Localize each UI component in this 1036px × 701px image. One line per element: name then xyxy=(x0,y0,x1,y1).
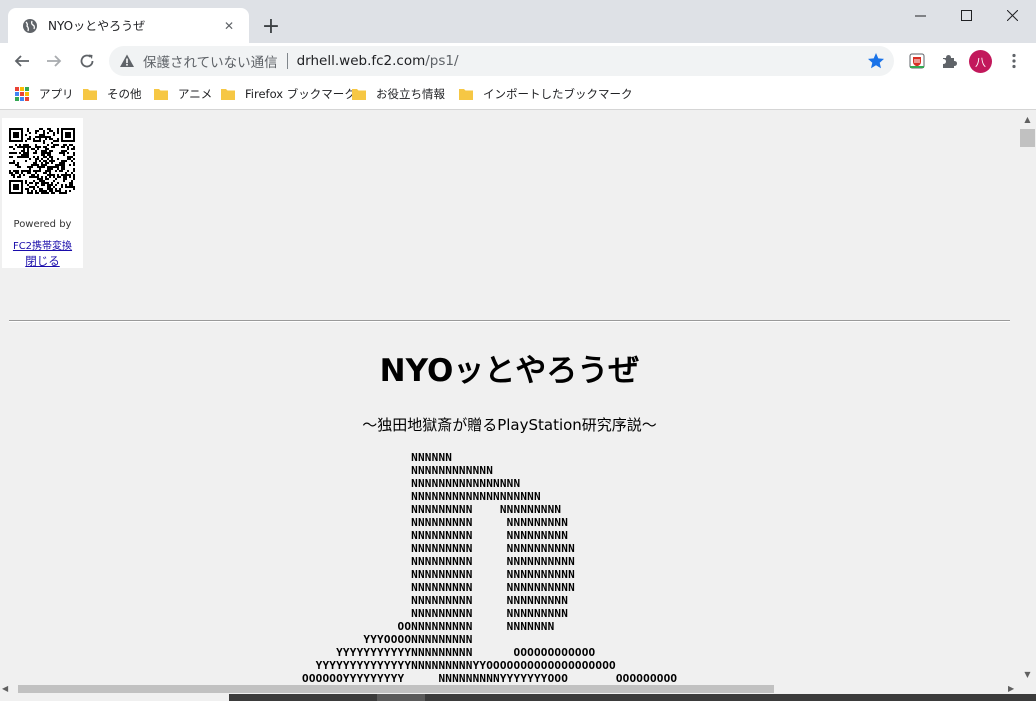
taskbar-edge xyxy=(229,694,1036,701)
reload-button[interactable] xyxy=(73,47,101,75)
tab-close-icon[interactable]: ✕ xyxy=(219,16,239,36)
bookmark-folder-other[interactable]: その他 xyxy=(83,85,142,103)
fc2-convert-link[interactable]: FC2携帯変換 xyxy=(2,237,83,252)
profile-avatar[interactable]: 八 xyxy=(969,50,992,73)
extension-shield-icon xyxy=(909,53,925,69)
page-viewport: Powered by FC2携帯変換 閉じる NYOッとやろうぜ ～独田地獄斎が… xyxy=(0,111,1019,686)
url-host[interactable]: drhell.web.fc2.com xyxy=(297,53,426,69)
forward-button[interactable] xyxy=(40,47,68,75)
kebab-menu-icon xyxy=(1012,53,1016,69)
bookmark-label: その他 xyxy=(107,87,142,101)
bookmark-label: アプリ xyxy=(39,87,74,101)
browser-menu-button[interactable] xyxy=(1002,49,1026,73)
maximize-icon xyxy=(960,9,972,21)
qr-powered-by: Powered by xyxy=(13,219,72,230)
bookmark-label: Firefox ブックマーク xyxy=(245,87,356,101)
horizontal-scroll-thumb[interactable] xyxy=(18,685,774,693)
scroll-down-icon[interactable]: ▼ xyxy=(1019,666,1036,683)
playstation-ascii-art: NNNNNN NNNNNNNNNNNN NNNNNNNNNNNNNNNN NNN… xyxy=(302,451,678,685)
minimize-button[interactable] xyxy=(897,0,943,30)
vertical-scroll-thumb[interactable] xyxy=(1020,129,1035,147)
scroll-right-icon[interactable]: ▶ xyxy=(1008,684,1014,693)
folder-icon xyxy=(221,89,235,100)
security-label[interactable]: 保護されていない通信 xyxy=(143,51,278,71)
bookmark-label: アニメ xyxy=(178,87,213,101)
address-bar[interactable]: 保護されていない通信 drhell.web.fc2.com /ps1/ xyxy=(109,46,894,76)
omnibox-separator xyxy=(286,53,288,69)
arrow-right-icon xyxy=(47,55,62,67)
horizontal-rule xyxy=(9,320,1010,322)
tab-strip: NYOッとやろうぜ ✕ + xyxy=(0,0,1036,43)
vertical-scrollbar[interactable]: ▲ ▼ xyxy=(1019,111,1036,686)
minimize-icon xyxy=(914,15,926,16)
bookmark-folder-firefox[interactable]: Firefox ブックマーク xyxy=(221,85,356,103)
folder-icon xyxy=(83,89,97,100)
taskbar-segment xyxy=(377,694,425,701)
folder-icon xyxy=(459,89,473,100)
bookmark-folder-useful[interactable]: お役立ち情報 xyxy=(352,85,445,103)
extensions-menu-button[interactable] xyxy=(937,49,961,73)
globe-icon xyxy=(23,18,37,33)
bookmark-label: インポートしたブックマーク xyxy=(483,87,633,101)
warning-icon[interactable] xyxy=(119,53,135,69)
bookmarks-bar: アプリ その他 アニメ Firefox ブックマーク お役立ち情報 インポートし… xyxy=(0,78,1036,110)
qr-close-link[interactable]: 閉じる xyxy=(2,253,83,269)
reload-icon xyxy=(80,54,94,68)
tab-title: NYOッとやろうぜ xyxy=(48,19,146,33)
page-title: NYOッとやろうぜ xyxy=(379,353,640,389)
bookmark-folder-anime[interactable]: アニメ xyxy=(154,85,212,103)
arrow-left-icon xyxy=(14,55,29,67)
extension-button[interactable] xyxy=(905,49,929,73)
bookmark-folder-imported[interactable]: インポートしたブックマーク xyxy=(459,85,633,103)
qr-panel: Powered by FC2携帯変換 閉じる xyxy=(2,118,83,268)
folder-icon xyxy=(154,89,168,100)
scroll-up-icon[interactable]: ▲ xyxy=(1019,111,1036,128)
qr-code-image xyxy=(9,128,75,194)
close-icon xyxy=(1006,9,1018,21)
tab-active[interactable]: NYOッとやろうぜ ✕ xyxy=(8,8,249,43)
star-icon[interactable] xyxy=(867,52,885,70)
bookmark-apps[interactable]: アプリ xyxy=(15,85,74,103)
scroll-left-icon[interactable]: ◀ xyxy=(2,684,8,693)
puzzle-icon xyxy=(943,55,957,68)
back-button[interactable] xyxy=(8,47,36,75)
maximize-button[interactable] xyxy=(943,0,989,30)
url-path[interactable]: /ps1/ xyxy=(425,53,458,69)
browser-toolbar: 保護されていない通信 drhell.web.fc2.com /ps1/ 八 xyxy=(0,43,1036,78)
apps-icon xyxy=(15,87,29,101)
window-close-button[interactable] xyxy=(989,0,1035,30)
horizontal-scrollbar[interactable]: ◀ ▶ xyxy=(0,684,1036,694)
new-tab-button[interactable]: + xyxy=(258,13,284,39)
folder-icon xyxy=(352,89,366,100)
bookmark-label: お役立ち情報 xyxy=(376,87,445,101)
page-subtitle: ～独田地獄斎が贈るPlayStation研究序説～ xyxy=(362,416,657,434)
